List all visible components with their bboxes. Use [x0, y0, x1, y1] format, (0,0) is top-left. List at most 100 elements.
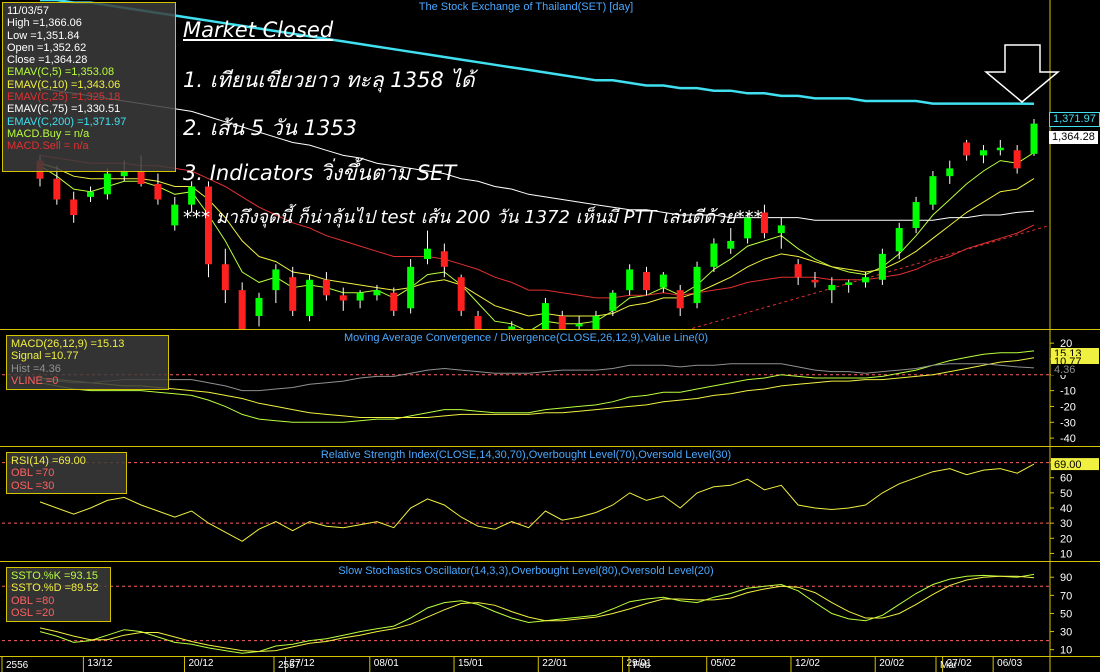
info-line: High =1,366.06	[7, 17, 82, 30]
candle	[794, 259, 802, 285]
candle	[70, 191, 78, 223]
candle-body	[541, 303, 549, 329]
candle-body	[137, 170, 145, 184]
candle-body	[659, 274, 667, 288]
candle-body	[592, 316, 600, 329]
rsi-panel: 70605040302010Relative Strength Index(CL…	[2, 449, 1099, 560]
candle-body	[255, 297, 263, 317]
candle	[811, 272, 819, 288]
candle	[322, 272, 330, 301]
macd-info-line: VLINE =0	[11, 374, 59, 387]
candle-body	[440, 251, 448, 267]
y-tick-label: 50	[1060, 608, 1072, 620]
info-date: 11/03/57	[7, 5, 50, 17]
close-badge: 1,364.28	[1049, 131, 1098, 144]
x-axis: 13/12 20/12 27/12 08/01 15/01 22/01 29/01 05/02…	[1, 656, 1023, 672]
candle-body	[878, 253, 886, 280]
info-line: EMAV(C,5) =1,353.08	[7, 66, 115, 79]
candle-body	[963, 142, 971, 156]
candle	[407, 259, 415, 314]
info-line: MACD.Sell = n/a	[7, 140, 89, 153]
candle-body	[710, 243, 718, 267]
candle-body	[154, 183, 162, 200]
candle-body	[912, 202, 920, 228]
candle-body	[609, 292, 617, 311]
macd-line-signal	[39, 357, 1035, 418]
y-tick-label: 60	[1060, 473, 1072, 485]
candle	[1013, 145, 1021, 174]
y-tick-label: -30	[1060, 417, 1076, 429]
candle	[845, 279, 853, 293]
candle	[289, 266, 297, 317]
candle	[221, 248, 229, 304]
candle-body	[979, 150, 987, 156]
candle-body	[356, 292, 364, 301]
x-tick-label: 20/02	[879, 658, 904, 669]
candle-body	[272, 269, 280, 291]
x-tick-label: 12/02	[795, 658, 820, 669]
y-tick-label: 50	[1060, 488, 1072, 500]
y-tick-label: 1,400	[1060, 26, 1088, 38]
candle	[710, 238, 718, 273]
candle-body	[53, 178, 61, 200]
candle-body	[575, 323, 583, 327]
candle-body	[171, 204, 179, 226]
ssto-info-line: SSTO.%K =93.15	[11, 570, 98, 582]
info-line: Close =1,364.28	[7, 54, 88, 67]
x-tick-label: 20/12	[188, 658, 213, 669]
candle-body	[289, 277, 297, 311]
candle	[390, 287, 398, 317]
candle	[154, 173, 162, 205]
candle-body	[306, 279, 314, 317]
candle	[103, 168, 111, 200]
candle	[777, 217, 785, 249]
macd-line-macd-26-12-9-	[39, 350, 1035, 423]
y-tick-label: -10	[1060, 386, 1076, 398]
candle-body	[1013, 150, 1021, 169]
info-line: EMAV(C,75) =1,330.51	[7, 103, 121, 116]
y-tick-label: 20	[1060, 533, 1072, 545]
candle-body	[87, 191, 95, 197]
x-tick-label: 05/02	[711, 658, 736, 669]
candle	[676, 284, 684, 317]
macd-title: Moving Average Convergence / Divergence(…	[344, 332, 708, 344]
price-info-box: 11/03/57 High =1,366.06 Low =1,351.84 Open…	[2, 2, 176, 172]
candle-body	[676, 290, 684, 309]
ssto-info-line: OBL =80	[11, 594, 55, 607]
candle	[423, 230, 431, 265]
x-year-label: Mar	[940, 660, 958, 671]
y-tick-label: 1,300	[1060, 285, 1088, 297]
annotation-line-1: 1. เทียนเขียวยาว ทะลุ 1358 ได้	[183, 68, 475, 92]
x-tick-label: 08/01	[374, 658, 399, 669]
candle	[238, 282, 246, 329]
candle-body	[70, 199, 78, 216]
candle-body	[221, 264, 229, 291]
candle-body	[238, 290, 246, 329]
candle	[643, 266, 651, 296]
candle-body	[643, 272, 651, 291]
macd-info-line: MACD(26,12,9) =15.13	[11, 338, 125, 350]
annotation-line-2: 2. เส้น 5 วัน 1353	[183, 116, 358, 140]
x-year-label: 2556	[6, 660, 29, 671]
candle-body	[929, 176, 937, 205]
candle-body	[373, 290, 381, 296]
candle	[878, 248, 886, 285]
candle-body	[727, 240, 735, 249]
y-tick-label: 70	[1060, 590, 1072, 602]
y-tick-label: 1,340	[1060, 182, 1088, 194]
candle-body	[1030, 123, 1038, 154]
candle	[996, 139, 1004, 156]
candle-body	[339, 295, 347, 301]
y-tick-label: -40	[1060, 433, 1076, 445]
candle	[727, 227, 735, 254]
annotation-line-3: 3. Indicators วิ่งขึ้นตาม SET	[183, 161, 457, 185]
info-line: EMAV(C,25) =1,325.18	[7, 91, 121, 104]
candle	[457, 274, 465, 317]
rsi-title: Relative Strength Index(CLOSE,14,30,70),…	[321, 449, 731, 461]
rsi-line	[39, 463, 1035, 542]
candle	[828, 277, 836, 304]
candle	[306, 274, 314, 322]
x-year-label: Feb	[633, 660, 651, 671]
candle-body	[845, 282, 853, 285]
candle-body	[423, 248, 431, 260]
